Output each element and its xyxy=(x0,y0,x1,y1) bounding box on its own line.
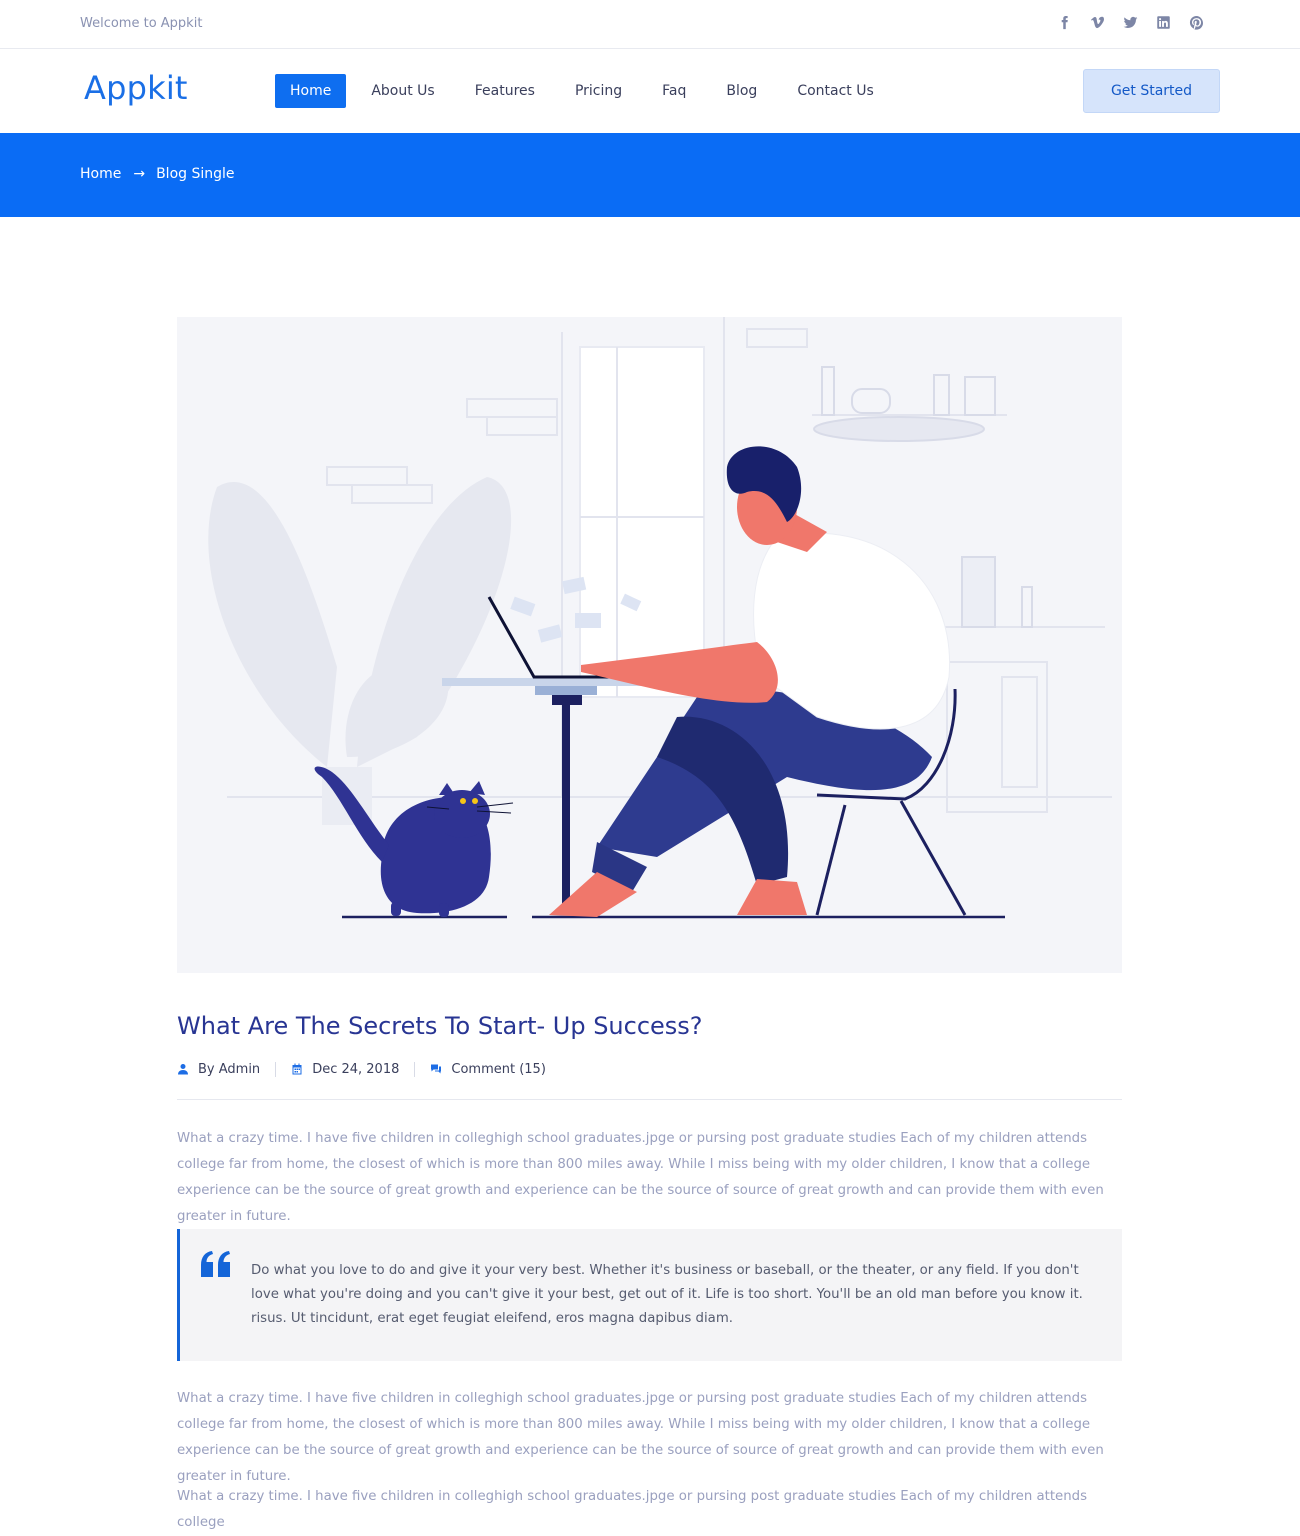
nav-item-features[interactable]: Features xyxy=(460,74,550,108)
nav-item-about-us[interactable]: About Us xyxy=(356,74,449,108)
post-comments-label: Comment (15) xyxy=(451,1061,546,1077)
post-author[interactable]: By Admin xyxy=(177,1062,260,1077)
page-banner: Home → Blog Single xyxy=(0,133,1300,217)
nav-item-home[interactable]: Home xyxy=(275,74,347,108)
nav-item-faq[interactable]: Faq xyxy=(647,74,701,108)
post-paragraph: What a crazy time. I have five children … xyxy=(177,1131,1104,1224)
meta-divider xyxy=(275,1061,277,1077)
post-date[interactable]: Dec 24, 2018 xyxy=(291,1062,399,1077)
meta-divider-line xyxy=(177,1099,1122,1100)
post-paragraph: What a crazy time. I have five children … xyxy=(177,1391,1104,1484)
post-featured-image xyxy=(177,317,1122,973)
welcome-text: Welcome to Appkit xyxy=(80,16,203,31)
post-date-label: Dec 24, 2018 xyxy=(312,1061,400,1077)
post-author-label: By Admin xyxy=(198,1061,261,1077)
site-header: Appkit Home About Us Features Pricing Fa… xyxy=(0,49,1300,133)
vimeo-icon[interactable] xyxy=(1088,13,1107,32)
breadcrumb-arrow-icon: → xyxy=(133,166,146,182)
blockquote-text: Do what you love to do and give it your … xyxy=(251,1263,1083,1326)
nav-item-contact-us[interactable]: Contact Us xyxy=(782,74,888,108)
breadcrumb-current: Blog Single xyxy=(156,166,235,182)
comments-icon xyxy=(431,1064,442,1074)
facebook-icon[interactable] xyxy=(1055,13,1074,32)
post-title: What Are The Secrets To Start- Up Succes… xyxy=(177,1012,703,1040)
meta-divider xyxy=(414,1061,416,1077)
calendar-icon xyxy=(292,1063,302,1075)
top-bar: Welcome to Appkit xyxy=(0,0,1300,49)
main-nav: Home About Us Features Pricing Faq Blog … xyxy=(275,74,899,108)
social-links xyxy=(1055,13,1206,32)
nav-item-blog[interactable]: Blog xyxy=(711,74,772,108)
get-started-button[interactable]: Get Started xyxy=(1083,69,1220,113)
nav-item-pricing[interactable]: Pricing xyxy=(560,74,637,108)
breadcrumb-home[interactable]: Home xyxy=(80,166,121,182)
user-icon xyxy=(178,1064,188,1075)
quote-icon xyxy=(201,1251,230,1277)
post-blockquote: Do what you love to do and give it your … xyxy=(177,1229,1122,1361)
illustration-man-at-laptop-with-cat xyxy=(208,317,1112,919)
pinterest-icon[interactable] xyxy=(1187,13,1206,32)
post-comments[interactable]: Comment (15) xyxy=(430,1062,546,1077)
linkedin-icon[interactable] xyxy=(1154,13,1173,32)
post-paragraph: What a crazy time. I have five children … xyxy=(177,1489,1088,1530)
twitter-icon[interactable] xyxy=(1121,13,1140,32)
site-logo[interactable]: Appkit xyxy=(84,69,188,107)
post-meta: By Admin Dec 24, 2018 Comment (15) xyxy=(177,1059,546,1079)
breadcrumb: Home → Blog Single xyxy=(80,166,235,182)
